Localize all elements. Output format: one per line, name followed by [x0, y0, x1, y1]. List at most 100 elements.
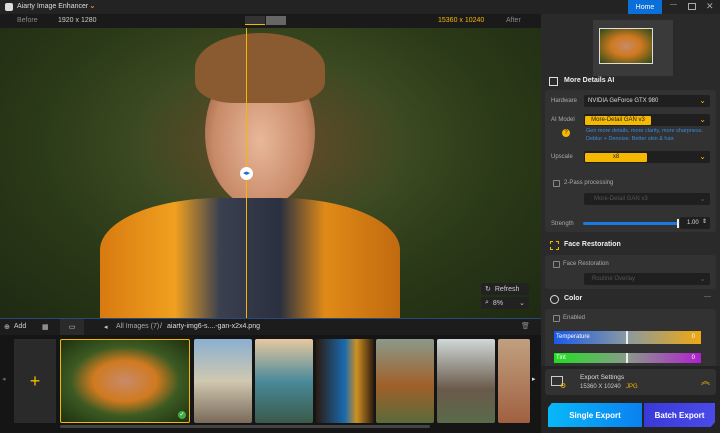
chevron-down-icon: ⌄: [699, 274, 706, 283]
trash-icon[interactable]: 🗑: [521, 322, 530, 330]
thumbnail-highland-cow[interactable]: [376, 339, 434, 423]
two-pass-model-select: More-Detail GAN v3 ⌄: [584, 193, 710, 205]
color-enabled-label: Enabled: [563, 315, 586, 321]
face-restoration-label: Face Restoration: [563, 261, 609, 267]
home-label: Home: [635, 3, 655, 11]
scroll-left-icon[interactable]: ◂: [2, 375, 6, 383]
breadcrumb-filename: aiarty-img6-s....-gan-x2x4.png: [167, 323, 260, 330]
close-icon[interactable]: ✕: [706, 1, 714, 12]
minimize-icon[interactable]: —: [670, 1, 677, 8]
child-hair: [195, 33, 325, 103]
breadcrumb-all-images[interactable]: All Images (7): [116, 323, 159, 330]
zoom-value: 8%: [492, 299, 504, 307]
zoom-icon: ⌕: [485, 299, 489, 306]
color-enabled-checkbox[interactable]: [553, 315, 560, 322]
upscale-select[interactable]: x8 ⌄: [584, 151, 710, 163]
zoom-select[interactable]: ⌕ 8% ⌄: [481, 297, 529, 309]
chevron-down-icon: ⌄: [699, 194, 706, 203]
strength-input[interactable]: 1.00 ⇕: [680, 217, 710, 229]
face-restoration-title: Face Restoration: [564, 241, 621, 248]
title-bar: Aiarty Image Enhancer ⌄ Home — ✕: [0, 0, 720, 14]
face-restoration-checkbox[interactable]: [553, 261, 560, 268]
grid-view-icon[interactable]: ▦: [42, 323, 49, 331]
temperature-handle[interactable]: [626, 331, 628, 344]
filmstrip-view-icon[interactable]: ▭: [60, 319, 84, 336]
temperature-slider[interactable]: Temperature 0: [554, 331, 701, 344]
temperature-label: Temperature: [556, 334, 590, 340]
strength-slider[interactable]: [583, 219, 679, 228]
strength-label: Strength: [551, 221, 574, 227]
chevron-down-icon: ⌄: [699, 96, 706, 105]
collapse-icon[interactable]: —: [704, 293, 711, 300]
before-size: 1920 x 1280: [58, 17, 97, 24]
more-details-section: Hardware NVIDIA GeForce GTX 980 ⌄ AI Mode…: [545, 90, 716, 232]
image-viewer[interactable]: ◂▸ ↻ Refresh ⌕ 8% ⌄: [0, 28, 541, 318]
before-label: Before: [17, 17, 38, 24]
after-label: After: [506, 17, 521, 24]
ai-model-value: More-Detail GAN v3: [585, 115, 651, 125]
single-export-button[interactable]: Single Export: [548, 403, 642, 427]
hardware-select[interactable]: NVIDIA GeForce GTX 980 ⌄: [584, 95, 710, 107]
hardware-label: Hardware: [551, 98, 578, 104]
stepper-icon: ⇕: [701, 219, 707, 225]
export-format: JPG: [626, 384, 638, 390]
export-gear-icon: ⚙: [560, 383, 567, 390]
thumbnail-boy[interactable]: ✓: [60, 339, 190, 423]
scroll-right-icon[interactable]: ▸: [532, 375, 536, 383]
add-label: Add: [13, 323, 27, 330]
face-mode-value: Routine Overlay: [592, 276, 636, 282]
preview-navigator[interactable]: [593, 20, 673, 76]
back-icon[interactable]: ◂: [104, 323, 108, 331]
refresh-icon: ↻: [485, 286, 491, 293]
temperature-value: 0: [691, 334, 695, 340]
color-title: Color: [564, 295, 583, 302]
split-handle[interactable]: ◂▸: [240, 167, 253, 180]
add-image-tile[interactable]: +: [14, 339, 56, 423]
after-size: 15360 x 10240: [438, 17, 485, 24]
side-by-side-button[interactable]: [266, 16, 286, 25]
thumbnail-havana[interactable]: [194, 339, 252, 423]
refresh-button[interactable]: ↻ Refresh: [481, 283, 529, 295]
more-details-icon: [549, 77, 558, 86]
app-title: Aiarty Image Enhancer: [17, 3, 89, 10]
color-palette-icon: [550, 295, 559, 304]
tint-label: Tint: [556, 355, 566, 361]
export-size: 15360 X 10240: [580, 384, 621, 390]
two-pass-label: 2-Pass processing: [564, 180, 614, 186]
breadcrumb-separator: /: [160, 323, 162, 330]
export-settings[interactable]: ⚙ Export Settings 15360 X 10240 JPG ︽ Si…: [541, 366, 720, 433]
tint-slider[interactable]: Tint 0: [554, 353, 701, 363]
help-icon[interactable]: ?: [562, 129, 570, 137]
strength-slider-handle[interactable]: [677, 219, 679, 228]
color-section: Enabled Temperature 0 Tint 0: [545, 309, 716, 369]
tint-handle[interactable]: [626, 353, 628, 363]
add-icon: ⊕: [4, 324, 10, 331]
selected-check-icon: ✓: [178, 411, 186, 419]
app-menu-chevron-icon[interactable]: ⌄: [89, 1, 96, 10]
chevron-down-icon: ⌄: [519, 300, 525, 307]
single-export-label: Single Export: [569, 410, 621, 420]
batch-export-label: Batch Export: [654, 410, 705, 420]
batch-export-button[interactable]: Batch Export: [644, 403, 715, 427]
split-view-button[interactable]: [245, 16, 265, 25]
expand-up-icon: ︽: [701, 376, 711, 386]
two-pass-checkbox[interactable]: [553, 180, 560, 187]
upscale-value: x8: [585, 152, 647, 162]
tint-value: 0: [691, 355, 695, 361]
filmstrip-scrollbar[interactable]: [60, 425, 430, 428]
thumbnail-coast[interactable]: [255, 339, 313, 423]
thumbnail-city[interactable]: [498, 339, 530, 423]
thumbnail-deer[interactable]: [437, 339, 495, 423]
export-settings-button[interactable]: ⚙ Export Settings 15360 X 10240 JPG ︽: [545, 369, 716, 395]
maximize-icon[interactable]: [688, 3, 696, 10]
add-button[interactable]: ⊕ Add: [4, 323, 26, 331]
upscale-label: Upscale: [551, 154, 573, 160]
ai-model-label: AI Model: [551, 117, 575, 123]
strength-value: 1.00: [687, 220, 699, 226]
more-details-title: More Details AI: [564, 77, 615, 84]
app-logo-icon: [5, 3, 13, 11]
ai-model-select[interactable]: More-Detail GAN v3 ⌄: [584, 114, 710, 126]
thumbnail-parrot[interactable]: [316, 339, 374, 423]
home-button[interactable]: Home: [628, 0, 662, 14]
face-mode-select: Routine Overlay ⌄: [584, 273, 710, 285]
